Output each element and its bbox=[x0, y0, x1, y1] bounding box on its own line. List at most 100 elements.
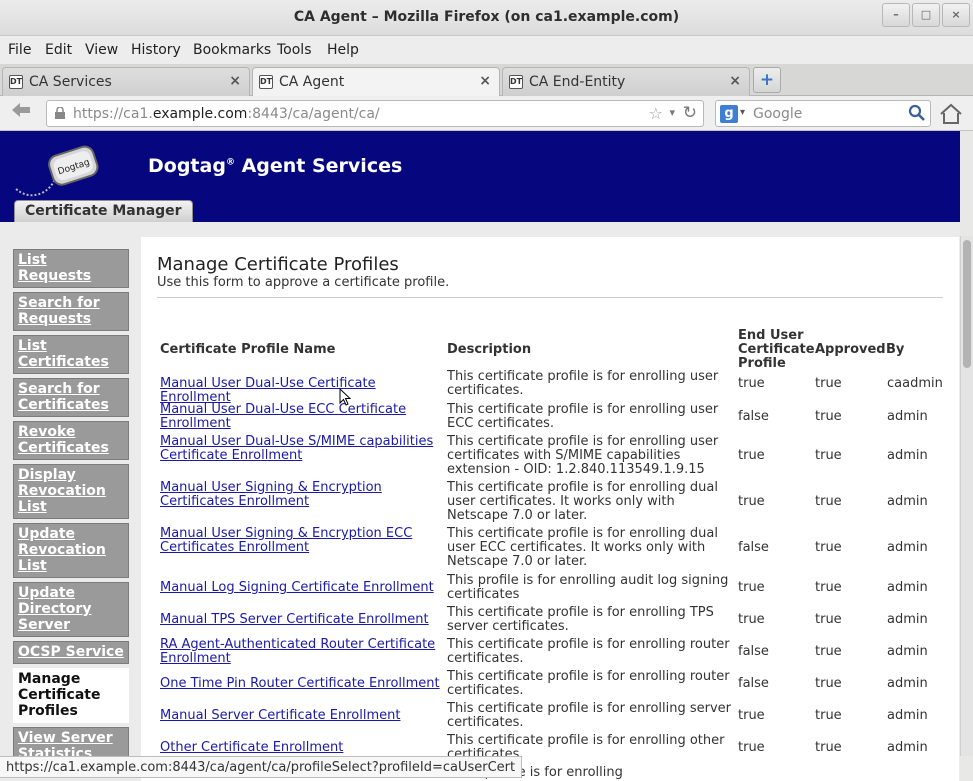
navigation-bar: https://ca1.example.com:8443/ca/agent/ca… bbox=[0, 96, 973, 131]
url-text: https://ca1.example.com:8443/ca/agent/ca… bbox=[73, 106, 380, 122]
approved-value: true bbox=[815, 676, 842, 691]
new-tab-button[interactable]: + bbox=[753, 67, 781, 93]
tab-close-icon[interactable]: × bbox=[479, 73, 491, 89]
brand-title: Dogtag® Agent Services bbox=[148, 155, 403, 177]
sidebar-search-requests[interactable]: Search for Requests bbox=[13, 292, 129, 331]
approved-value: true bbox=[815, 448, 842, 463]
approved-value: true bbox=[815, 409, 842, 424]
maximize-button[interactable]: □ bbox=[912, 3, 940, 27]
profile-link[interactable]: Manual User Signing & Encryption ECC Cer… bbox=[160, 527, 440, 555]
approved-value: true bbox=[815, 580, 842, 595]
profile-link[interactable]: Manual TPS Server Certificate Enrollment bbox=[160, 613, 440, 627]
url-domain: example.com bbox=[152, 106, 248, 122]
approved-value: true bbox=[815, 708, 842, 723]
sidebar-display-revocation-list[interactable]: Display Revocation List bbox=[13, 464, 129, 519]
home-icon[interactable] bbox=[938, 102, 964, 126]
profile-description: This profile is for enrolling audit log … bbox=[447, 573, 729, 602]
approved-by-value: caadmin bbox=[887, 376, 943, 391]
approved-value: true bbox=[815, 644, 842, 659]
col-header-end-user: End User Certificate Profile bbox=[738, 328, 815, 371]
profile-description: This certificate profile is for enrollin… bbox=[447, 701, 732, 730]
minimize-button[interactable]: – bbox=[882, 3, 910, 27]
profile-link[interactable]: Manual User Dual-Use ECC Certificate Enr… bbox=[160, 403, 440, 431]
profile-link[interactable]: Manual User Signing & Encryption Certifi… bbox=[160, 481, 440, 509]
menu-bar: File Edit View History Bookmarks Tools H… bbox=[0, 36, 973, 64]
profile-description: This certificate profile is for enrollin… bbox=[447, 402, 719, 431]
back-arrow-icon bbox=[12, 103, 30, 117]
tab-ca-end-entity[interactable]: DT CA End-Entity × bbox=[502, 67, 750, 96]
col-header-description: Description bbox=[447, 342, 532, 357]
tab-close-icon[interactable]: × bbox=[729, 73, 741, 89]
col-header-name: Certificate Profile Name bbox=[160, 342, 336, 357]
sidebar-revoke-certificates[interactable]: Revoke Certificates bbox=[13, 421, 129, 460]
bookmark-star-icon[interactable]: ☆ bbox=[649, 104, 663, 123]
page-subtitle: Use this form to approve a certificate p… bbox=[157, 275, 450, 290]
engine-dropdown-icon[interactable]: ▾ bbox=[740, 107, 745, 118]
menu-tools[interactable]: Tools bbox=[277, 42, 312, 58]
approved-by-value: admin bbox=[887, 612, 928, 627]
url-prefix: https://ca1. bbox=[73, 106, 153, 122]
search-bar[interactable]: g ▾ Google bbox=[715, 100, 931, 127]
approved-value: true bbox=[815, 540, 842, 555]
end-user-value: true bbox=[738, 494, 765, 509]
menu-file[interactable]: File bbox=[8, 42, 31, 58]
profile-description: This certificate profile is for enrollin… bbox=[447, 605, 714, 634]
menu-view[interactable]: View bbox=[85, 42, 118, 58]
agent-sidebar: List Requests Search for Requests List C… bbox=[13, 249, 129, 770]
end-user-value: true bbox=[738, 376, 765, 391]
search-icon[interactable] bbox=[908, 104, 926, 122]
menu-bookmarks[interactable]: Bookmarks bbox=[193, 42, 271, 58]
tab-close-icon[interactable]: × bbox=[229, 73, 241, 89]
approved-by-value: admin bbox=[887, 494, 928, 509]
profile-description: This certificate profile is for enrollin… bbox=[447, 480, 718, 523]
vertical-scrollbar[interactable] bbox=[960, 236, 973, 756]
tab-ca-services[interactable]: DT CA Services × bbox=[2, 67, 250, 96]
end-user-value: false bbox=[738, 676, 769, 691]
profile-link[interactable]: RA Agent-Authenticated Router Certificat… bbox=[160, 638, 440, 666]
url-bar[interactable]: https://ca1.example.com:8443/ca/agent/ca… bbox=[46, 100, 704, 127]
sidebar-search-certificates[interactable]: Search for Certificates bbox=[13, 378, 129, 417]
sidebar-manage-certificate-profiles: Manage Certificate Profiles bbox=[13, 668, 129, 723]
menu-history[interactable]: History bbox=[131, 42, 181, 58]
profile-link[interactable]: One Time Pin Router Certificate Enrollme… bbox=[160, 677, 440, 691]
divider bbox=[157, 297, 943, 298]
sidebar-list-requests[interactable]: List Requests bbox=[13, 249, 129, 288]
menu-help[interactable]: Help bbox=[327, 42, 359, 58]
profile-link[interactable]: Manual User Dual-Use S/MIME capabilities… bbox=[160, 435, 440, 463]
profile-link[interactable]: Manual Log Signing Certificate Enrollmen… bbox=[160, 581, 440, 595]
sidebar-ocsp-service[interactable]: OCSP Service bbox=[13, 641, 129, 664]
scrollbar-thumb[interactable] bbox=[963, 240, 971, 368]
url-dropdown-icon[interactable]: ▾ bbox=[669, 106, 675, 119]
profile-description: This certificate profile is for enrollin… bbox=[447, 637, 730, 666]
sidebar-list-certificates[interactable]: List Certificates bbox=[13, 335, 129, 374]
end-user-value: true bbox=[738, 580, 765, 595]
approved-by-value: admin bbox=[887, 540, 928, 555]
reload-icon[interactable]: ↻ bbox=[683, 103, 697, 123]
mouse-pointer-icon bbox=[339, 388, 351, 406]
dogtag-header: Dogtag Dogtag® Agent Services Certificat… bbox=[0, 131, 960, 222]
end-user-value: true bbox=[738, 708, 765, 723]
dogtag-favicon-icon: DT bbox=[9, 75, 23, 89]
end-user-value: false bbox=[738, 409, 769, 424]
tab-label: CA End-Entity bbox=[529, 74, 626, 90]
profile-description: This certificate profile is for enrollin… bbox=[447, 369, 719, 398]
tab-ca-agent[interactable]: DT CA Agent × bbox=[252, 67, 500, 97]
dogtag-favicon-icon: DT bbox=[509, 75, 523, 89]
google-engine-icon[interactable]: g bbox=[720, 105, 738, 123]
profile-link[interactable]: Other Certificate Enrollment bbox=[160, 741, 440, 755]
profile-description: This certificate profile is for enrollin… bbox=[447, 526, 718, 569]
profile-link[interactable]: Manual User Dual-Use Certificate Enrollm… bbox=[160, 377, 440, 405]
dogtag-favicon-icon: DT bbox=[259, 75, 273, 89]
window-titlebar: CA Agent – Mozilla Firefox (on ca1.examp… bbox=[0, 0, 973, 36]
menu-edit[interactable]: Edit bbox=[45, 42, 72, 58]
search-input[interactable]: Google bbox=[753, 106, 802, 122]
tab-label: CA Services bbox=[29, 74, 112, 90]
sidebar-update-directory-server[interactable]: Update Directory Server bbox=[13, 582, 129, 637]
approved-by-value: admin bbox=[887, 676, 928, 691]
back-button[interactable] bbox=[6, 101, 36, 125]
certificate-manager-tab[interactable]: Certificate Manager bbox=[14, 200, 193, 222]
profile-link[interactable]: Manual Server Certificate Enrollment bbox=[160, 709, 440, 723]
sidebar-update-revocation-list[interactable]: Update Revocation List bbox=[13, 523, 129, 578]
dogtag-logo: Dogtag bbox=[15, 145, 99, 197]
close-window-button[interactable]: × bbox=[942, 3, 970, 27]
